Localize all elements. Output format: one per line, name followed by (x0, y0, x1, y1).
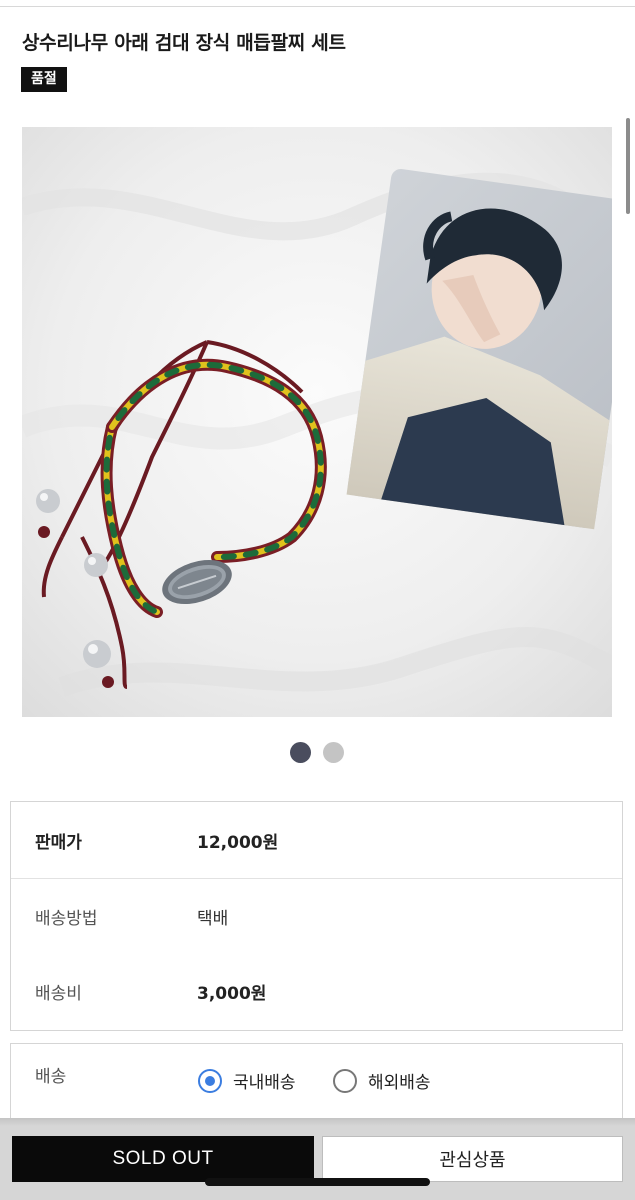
product-image[interactable] (22, 127, 612, 717)
bottom-action-bar: SOLD OUT 관심상품 (0, 1118, 635, 1200)
overseas-shipping-label[interactable]: 해외배송 (368, 1068, 431, 1093)
shipping-fee-label: 배송비 (35, 984, 82, 1004)
price-label: 판매가 (35, 833, 82, 853)
shipping-method-label: 배송방법 (35, 909, 98, 929)
product-title: 상수리나무 아래 검대 장식 매듭팔찌 세트 (22, 32, 346, 54)
image-pagination (0, 742, 635, 764)
pagination-dot-active[interactable] (290, 742, 311, 763)
sold-out-badge: 품절 (21, 67, 67, 92)
domestic-shipping-option[interactable]: 국내배송 (198, 1068, 296, 1093)
page-scrollbar[interactable] (626, 118, 630, 214)
shipping-fee-value: 3,000원 (197, 984, 267, 1004)
shipping-method-value: 택배 (197, 909, 229, 929)
photo-card (346, 168, 612, 530)
radio-checked-icon[interactable] (198, 1068, 222, 1093)
domestic-shipping-label[interactable]: 국내배송 (233, 1068, 296, 1093)
shipping-option-label: 배송 (35, 1067, 67, 1087)
overseas-shipping-option[interactable]: 해외배송 (333, 1068, 431, 1093)
radio-unchecked-icon[interactable] (333, 1068, 357, 1093)
price-value: 12,000원 (197, 833, 279, 853)
product-page: 상수리나무 아래 검대 장식 매듭팔찌 세트 품절 판매가 12,000원 배송… (0, 0, 635, 1200)
price-row: 판매가 12,000원 (11, 802, 622, 878)
shipping-fee-row: 배송비 3,000원 (11, 955, 622, 1031)
product-photo-illustration (22, 127, 612, 717)
pagination-dot[interactable] (323, 742, 344, 763)
product-info-table: 판매가 12,000원 배송방법 택배 배송비 3,000원 (10, 801, 623, 1031)
sold-out-button[interactable]: SOLD OUT (12, 1136, 314, 1182)
wishlist-button[interactable]: 관심상품 (322, 1136, 623, 1182)
home-indicator[interactable] (205, 1178, 430, 1186)
shipping-method-row: 배송방법 택배 (11, 879, 622, 955)
top-divider (0, 6, 635, 7)
